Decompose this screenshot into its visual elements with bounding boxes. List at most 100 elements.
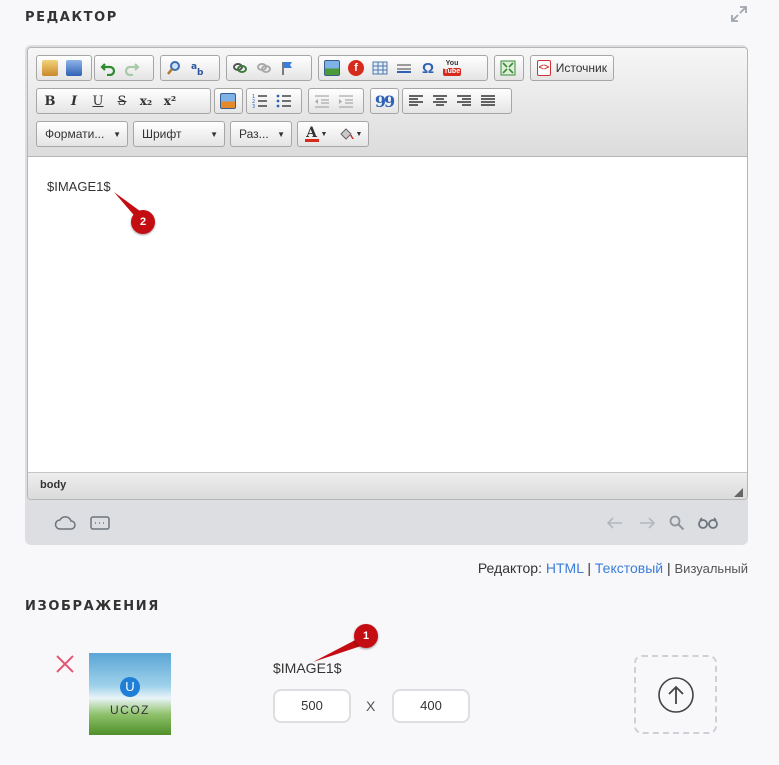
chevron-down-icon: ▼ — [113, 129, 121, 139]
indent-button[interactable] — [334, 90, 358, 112]
toolbar-group-align — [402, 88, 512, 114]
format-dropdown[interactable]: Формати... ▼ — [36, 121, 128, 147]
svg-text:3: 3 — [252, 104, 255, 109]
resize-handle-icon[interactable] — [734, 488, 743, 497]
outdent-icon — [315, 95, 329, 108]
image-thumbnail[interactable]: U UCOZ — [89, 653, 171, 735]
templates-button[interactable] — [38, 57, 62, 79]
cloud-icon[interactable] — [54, 515, 76, 531]
image-button[interactable] — [320, 57, 344, 79]
upload-arrow-icon — [658, 677, 694, 713]
bulleted-list-button[interactable] — [272, 90, 296, 112]
unlink-icon — [257, 63, 271, 73]
link-button[interactable] — [228, 57, 252, 79]
source-icon: <> — [537, 60, 551, 76]
size-separator: X — [366, 698, 376, 714]
undo-icon — [100, 63, 116, 76]
image-width-input[interactable]: 500 — [273, 689, 351, 723]
keyboard-icon[interactable] — [89, 515, 111, 531]
align-left-icon — [409, 95, 423, 106]
horizontal-rule-button[interactable] — [392, 57, 416, 79]
annotation-badge-2: 2 — [131, 210, 155, 234]
paste-word-button[interactable] — [62, 57, 86, 79]
find-button[interactable] — [162, 57, 186, 79]
redo-arrow-icon[interactable] — [638, 515, 656, 531]
images-section-title: ИЗОБРАЖЕНИЯ — [25, 599, 160, 614]
undo-arrow-icon[interactable] — [606, 515, 624, 531]
editor-mode-separator: | — [666, 560, 671, 576]
link-icon — [233, 63, 247, 73]
toolbar-group-insert: f Ω You Tube — [318, 55, 488, 81]
preview-glasses-icon[interactable] — [697, 515, 719, 531]
toolbar-group-undo — [94, 55, 154, 81]
text-color-button[interactable]: A ▼ — [299, 123, 333, 145]
underline-icon: U — [92, 93, 104, 109]
element-path[interactable]: body — [40, 479, 66, 491]
numbered-list-button[interactable]: 123 — [248, 90, 272, 112]
strike-icon: S — [117, 93, 127, 109]
toolbar-group-quote: 99 — [370, 88, 399, 114]
source-label: Источник — [555, 61, 607, 75]
toolbar-group-lists: 123 — [246, 88, 302, 114]
editor-mode-label: Редактор: — [477, 560, 542, 576]
editor-mode-text-link[interactable]: Текстовый — [595, 560, 663, 576]
table-button[interactable] — [368, 57, 392, 79]
delete-image-icon[interactable] — [55, 654, 75, 674]
italic-icon: I — [70, 93, 78, 109]
strike-button[interactable]: S — [110, 90, 134, 112]
italic-button[interactable]: I — [62, 90, 86, 112]
chevron-down-icon: ▼ — [277, 129, 285, 139]
expand-icon[interactable] — [729, 4, 749, 24]
table-icon — [372, 61, 388, 75]
special-char-button[interactable]: Ω — [416, 57, 440, 79]
paint-bucket-icon — [339, 128, 354, 140]
align-justify-icon — [481, 95, 495, 106]
text-color-icon: A — [304, 124, 319, 142]
bold-button[interactable]: B — [38, 90, 62, 112]
subscript-icon: x₂ — [139, 94, 153, 108]
redo-button[interactable] — [120, 57, 144, 79]
chevron-down-icon: ▼ — [355, 130, 363, 138]
editor-mode-separator: | — [587, 560, 591, 576]
insert-image-button[interactable] — [216, 90, 240, 112]
align-left-button[interactable] — [404, 90, 428, 112]
horizontal-rule-icon — [397, 64, 411, 73]
toolbar-group-colors: A ▼ ▼ — [297, 121, 369, 147]
editor-mode-switch: Редактор: HTML | Текстовый | Визуальный — [478, 560, 748, 576]
image-height-input[interactable]: 400 — [392, 689, 470, 723]
size-dropdown[interactable]: Раз... ▼ — [230, 121, 292, 147]
subscript-button[interactable]: x₂ — [134, 90, 158, 112]
toolbar-group-links — [226, 55, 312, 81]
anchor-button[interactable] — [276, 57, 300, 79]
underline-button[interactable]: U — [86, 90, 110, 112]
align-right-icon — [457, 95, 471, 106]
youtube-button[interactable]: You Tube — [440, 57, 464, 79]
indent-icon — [339, 95, 353, 108]
upload-dropzone[interactable] — [634, 655, 717, 734]
font-dropdown-value: Шрифт — [142, 127, 182, 141]
zoom-icon[interactable] — [668, 514, 686, 532]
source-button[interactable]: <> Источник — [530, 55, 614, 81]
align-center-button[interactable] — [428, 90, 452, 112]
undo-button[interactable] — [96, 57, 120, 79]
editor-mode-visual-current: Визуальный — [674, 561, 748, 576]
background-color-button[interactable]: ▼ — [333, 123, 367, 145]
toolbar-group-basic-styles: B I U S x₂ x² — [36, 88, 211, 114]
outdent-button[interactable] — [310, 90, 334, 112]
templates-icon — [42, 60, 58, 76]
flag-icon — [282, 62, 292, 75]
rich-text-editor: ab f Ω You Tube <> Источник B I U S x₂ x… — [27, 47, 748, 500]
align-justify-button[interactable] — [476, 90, 500, 112]
flash-button[interactable]: f — [344, 57, 368, 79]
unlink-button[interactable] — [252, 57, 276, 79]
toolbar-group-indent — [308, 88, 364, 114]
superscript-button[interactable]: x² — [158, 90, 182, 112]
font-dropdown[interactable]: Шрифт ▼ — [133, 121, 225, 147]
editor-mode-html-link[interactable]: HTML — [546, 560, 584, 576]
align-right-button[interactable] — [452, 90, 476, 112]
ucoz-logo-text: UCOZ — [110, 703, 150, 717]
chevron-down-icon: ▼ — [210, 129, 218, 139]
blockquote-button[interactable]: 99 — [372, 90, 396, 112]
maximize-button[interactable] — [496, 57, 520, 79]
replace-button[interactable]: ab — [186, 57, 210, 79]
